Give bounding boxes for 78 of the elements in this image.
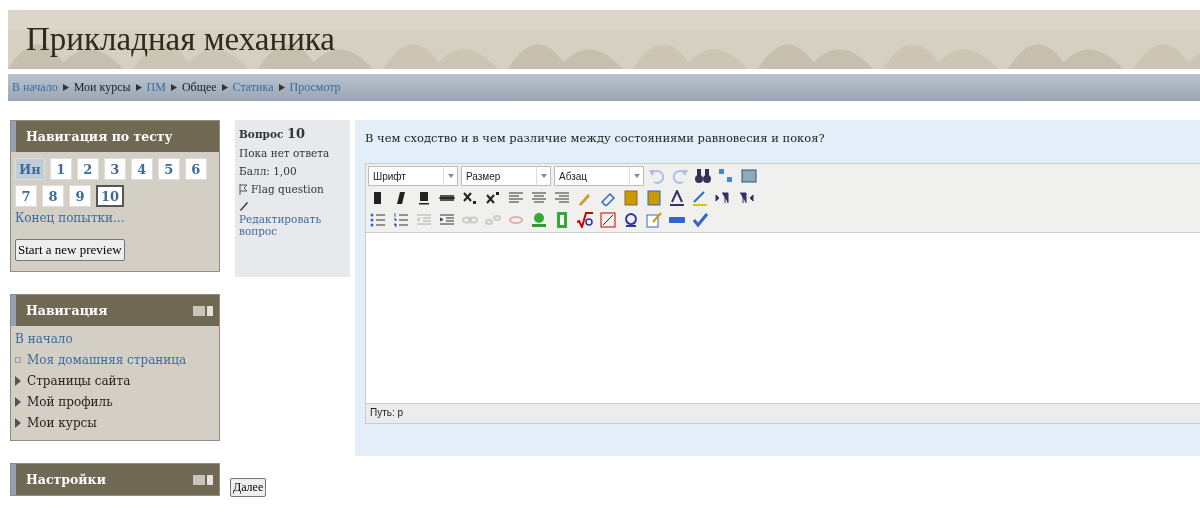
question-button[interactable]: 8 bbox=[42, 185, 64, 207]
tree-image-button[interactable] bbox=[529, 210, 549, 230]
bullet-list-icon bbox=[370, 212, 386, 228]
breadcrumb-item: Общее bbox=[181, 80, 217, 95]
spellcheck-button[interactable] bbox=[690, 210, 710, 230]
finish-attempt-link[interactable]: Конец попытки... bbox=[15, 211, 215, 225]
grade-text: Балл: 1,00 bbox=[239, 165, 298, 177]
font-color-button[interactable] bbox=[667, 188, 687, 208]
flag-question-link[interactable]: Flag question bbox=[251, 183, 324, 195]
question-text: В чем сходство и в чем различие между состояниями равновесия и покоя? bbox=[365, 131, 826, 145]
tree-image-icon bbox=[531, 212, 547, 228]
subscript-icon bbox=[462, 190, 478, 206]
breadcrumb-separator-icon bbox=[170, 84, 177, 91]
superscript-icon bbox=[485, 190, 501, 206]
fullscreen-button[interactable] bbox=[739, 166, 759, 186]
question-button[interactable]: 2 bbox=[76, 158, 99, 180]
dropdown-caret-icon bbox=[447, 174, 454, 178]
breadcrumb-separator-icon bbox=[135, 84, 142, 91]
triangle-icon bbox=[15, 418, 21, 428]
question-button[interactable]: 4 bbox=[130, 158, 153, 180]
nav-item[interactable]: Мои курсы bbox=[27, 416, 97, 430]
redo-icon bbox=[672, 168, 688, 184]
answer-status: Пока нет ответа bbox=[239, 147, 331, 159]
dropdown-caret-icon bbox=[540, 174, 547, 178]
numbered-list-icon bbox=[393, 212, 409, 228]
nav-link[interactable]: Моя домашняя страница bbox=[27, 353, 187, 367]
dock-icon[interactable] bbox=[193, 474, 213, 485]
spellcheck-icon bbox=[692, 212, 708, 228]
breadcrumb-separator-icon bbox=[221, 84, 228, 91]
dropdown-caret-icon bbox=[633, 174, 640, 178]
nav-item[interactable]: Мой профиль bbox=[27, 395, 113, 409]
binoculars-icon bbox=[695, 168, 711, 184]
question-button[interactable]: 6 bbox=[184, 158, 207, 180]
block-title: Навигация bbox=[26, 303, 108, 318]
nav-item[interactable]: Страницы сайта bbox=[27, 374, 131, 388]
align-right-icon bbox=[554, 190, 570, 206]
indent-icon bbox=[439, 212, 455, 228]
breadcrumb-separator-icon bbox=[278, 84, 285, 91]
info-button[interactable]: Ин bbox=[15, 158, 45, 180]
block-title: Навигация по тесту bbox=[26, 129, 173, 144]
element-path: Путь: p bbox=[366, 403, 1200, 423]
block-title: Настройки bbox=[26, 472, 106, 487]
binoculars-button[interactable] bbox=[693, 166, 713, 186]
pencil-icon[interactable] bbox=[239, 201, 249, 211]
home-link[interactable]: В начало bbox=[15, 332, 215, 346]
triangle-icon bbox=[15, 397, 21, 407]
format-select[interactable]: Абзац bbox=[554, 166, 644, 186]
undo-icon bbox=[649, 168, 665, 184]
square-root-icon bbox=[577, 212, 593, 228]
highlight-button[interactable] bbox=[690, 188, 710, 208]
square-root-button[interactable] bbox=[575, 210, 595, 230]
start-preview-button[interactable]: Start a new preview bbox=[15, 239, 125, 261]
question-button[interactable]: 3 bbox=[103, 158, 126, 180]
edit-question-link[interactable]: Редактировать вопрос bbox=[239, 213, 346, 237]
question-number: Вопрос 10 bbox=[239, 126, 307, 141]
format-select[interactable]: Шрифт bbox=[368, 166, 458, 186]
breadcrumb-separator-icon bbox=[62, 84, 69, 91]
note-pencil-icon bbox=[646, 212, 662, 228]
eraser-icon bbox=[600, 190, 616, 206]
align-center-icon bbox=[531, 190, 547, 206]
question-button[interactable]: 7 bbox=[15, 185, 37, 207]
square-bullet-icon bbox=[15, 357, 21, 363]
question-button[interactable]: 9 bbox=[69, 185, 91, 207]
breadcrumb-item: Мои курсы bbox=[73, 80, 131, 95]
highlight-icon bbox=[692, 190, 708, 206]
dock-icon[interactable] bbox=[193, 305, 213, 316]
flag-icon[interactable] bbox=[239, 183, 248, 195]
format-select[interactable]: Размер bbox=[461, 166, 551, 186]
question-button[interactable]: 1 bbox=[49, 158, 72, 180]
course-title: Прикладная механика bbox=[26, 21, 335, 58]
next-button[interactable]: Далее bbox=[230, 478, 267, 497]
question-button[interactable]: 10 bbox=[96, 185, 125, 207]
align-left-icon bbox=[508, 190, 524, 206]
question-button[interactable]: 5 bbox=[157, 158, 180, 180]
triangle-icon bbox=[15, 376, 21, 386]
fullscreen-icon bbox=[741, 168, 757, 184]
outdent-icon bbox=[416, 212, 432, 228]
font-color-icon bbox=[669, 190, 685, 206]
